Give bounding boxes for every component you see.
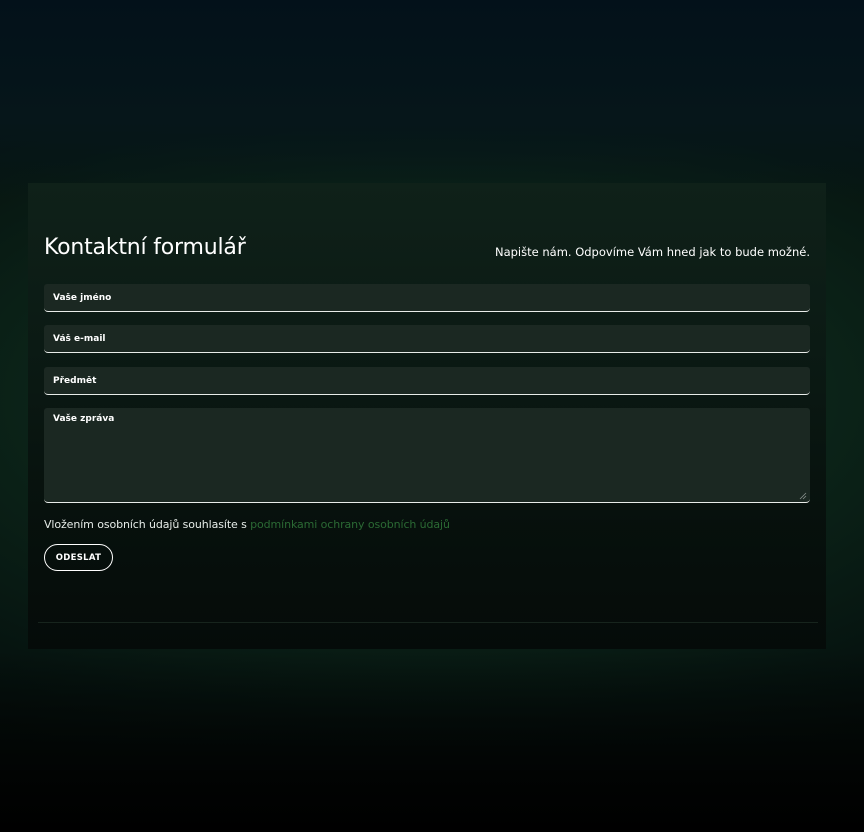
form-subtitle: Napište nám. Odpovíme Vám hned jak to bu… [494,245,810,259]
contact-form-card: Kontaktní formulář Napište nám. Odpovíme… [28,183,826,649]
resize-grip-icon[interactable] [798,491,807,500]
message-textarea[interactable] [44,408,810,503]
name-input[interactable] [44,284,810,312]
card-divider [38,622,818,623]
page-background-top [0,0,864,200]
privacy-policy-link[interactable]: podmínkami ochrany osobních údajů [250,518,450,531]
form-header: Kontaktní formulář Napište nám. Odpovíme… [44,235,810,269]
form-title: Kontaktní formulář [44,235,246,260]
email-input[interactable] [44,325,810,353]
subject-input[interactable] [44,367,810,395]
privacy-consent-note: Vložením osobních údajů souhlasíte s pod… [44,518,450,531]
page-background-bottom [0,650,864,832]
consent-text: Vložením osobních údajů souhlasíte s [44,518,251,531]
submit-button[interactable]: ODESLAT [44,544,113,571]
